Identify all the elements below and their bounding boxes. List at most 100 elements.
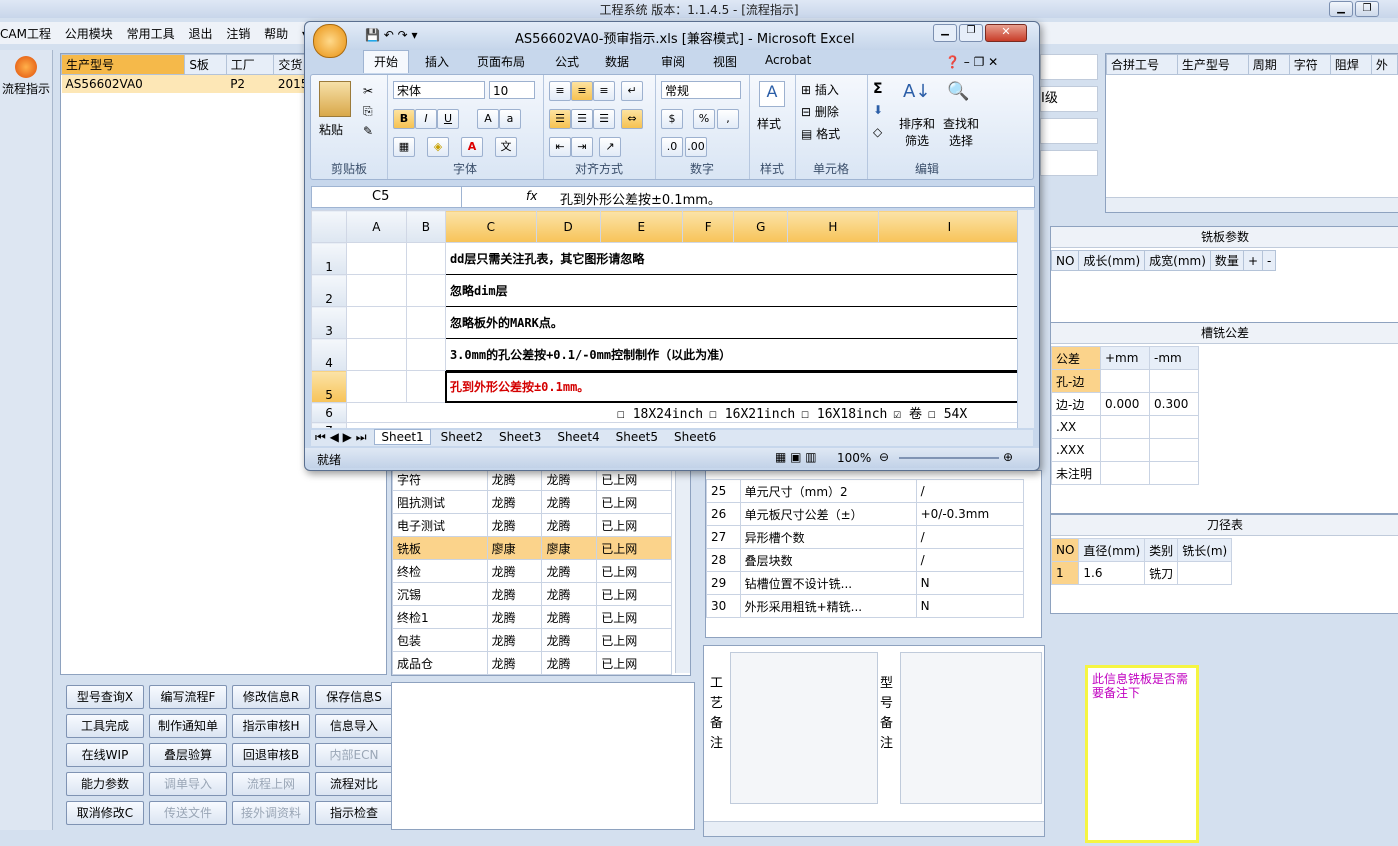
- menu-tools[interactable]: 常用工具: [122, 22, 180, 45]
- info-field-3[interactable]: [1040, 150, 1098, 176]
- sheet-tab[interactable]: Sheet6: [668, 430, 722, 444]
- zoom-in-icon[interactable]: ⊕: [1003, 450, 1013, 464]
- cell[interactable]: [346, 242, 407, 275]
- delete-cells-button[interactable]: ⊟ 删除: [801, 103, 839, 120]
- align-right-icon[interactable]: ☰: [593, 109, 615, 129]
- action-button[interactable]: 型号查询X: [66, 685, 144, 709]
- cell[interactable]: [346, 370, 407, 403]
- sheet-vscrollbar[interactable]: [1017, 210, 1034, 428]
- table-row[interactable]: 终检 龙腾 龙腾 已上网: [392, 559, 672, 583]
- column-header[interactable]: B: [405, 210, 446, 243]
- column-header[interactable]: 字符: [1288, 54, 1331, 75]
- column-header[interactable]: D: [535, 210, 601, 243]
- minimize-button[interactable]: ▁: [1329, 1, 1353, 17]
- border-icon[interactable]: ▦: [393, 137, 415, 157]
- zoom-out-icon[interactable]: ⊖: [879, 450, 889, 464]
- size-checkbox[interactable]: ☑ 卷: [893, 407, 922, 422]
- insert-cells-button[interactable]: ⊞ 插入: [801, 81, 839, 98]
- column-header[interactable]: 合拼工号: [1106, 54, 1178, 75]
- cell-text[interactable]: 忽略板外的MARK点。: [444, 306, 1021, 339]
- bold-button[interactable]: B: [393, 109, 415, 129]
- action-button[interactable]: 指示审核H: [232, 714, 310, 738]
- menu-exit[interactable]: 退出: [183, 22, 217, 45]
- sheet-row[interactable]: 4 3.0mm的孔公差按+0.1/-0mm控制制作（以此为准）: [311, 338, 1021, 371]
- align-bottom-icon[interactable]: ≡: [593, 81, 615, 101]
- cell[interactable]: [405, 370, 446, 403]
- col-factory[interactable]: 工厂: [225, 54, 275, 75]
- increase-decimal-icon[interactable]: .0: [661, 137, 683, 157]
- column-header[interactable]: C: [444, 210, 537, 243]
- find-label[interactable]: 查找和选择: [941, 115, 981, 149]
- cell-text[interactable]: 孔到外形公差按±0.1mm。: [444, 370, 1021, 403]
- menu-logout[interactable]: 注销: [221, 22, 255, 45]
- column-header[interactable]: H: [787, 210, 879, 243]
- column-header[interactable]: NO: [1050, 250, 1080, 271]
- row-header[interactable]: 1: [311, 242, 348, 275]
- column-header[interactable]: 成宽(mm): [1144, 250, 1211, 271]
- formula-input[interactable]: 孔到外形公差按±0.1mm。: [560, 189, 721, 208]
- sheet-tab[interactable]: Sheet2: [435, 430, 489, 444]
- cell[interactable]: [346, 306, 407, 339]
- fill-icon[interactable]: ⬇: [873, 103, 883, 117]
- ribbon-tab[interactable]: 页面布局: [477, 53, 525, 70]
- column-header[interactable]: 外: [1370, 54, 1398, 75]
- action-button[interactable]: 流程上网: [232, 772, 310, 796]
- notes-scrollbar[interactable]: [704, 821, 1044, 836]
- table-row[interactable]: .XX: [1051, 415, 1199, 439]
- column-header[interactable]: +: [1242, 250, 1264, 271]
- currency-icon[interactable]: $: [661, 109, 683, 129]
- sheet-row[interactable]: 1 dd层只需关注孔表，其它图形请忽略: [311, 242, 1021, 275]
- checkbox-row[interactable]: ☐ 18X24inch ☐ 16X21inch ☐ 16X18inch ☑ 卷 ☐ 54…: [346, 402, 1021, 423]
- column-header[interactable]: 阻焊: [1329, 54, 1372, 75]
- merge-scrollbar[interactable]: [1106, 197, 1398, 212]
- row-header[interactable]: 4: [311, 338, 348, 371]
- level-field[interactable]: I级: [1040, 86, 1098, 112]
- merge-cells-icon[interactable]: ⇔: [621, 109, 643, 129]
- remark-box[interactable]: [391, 682, 695, 830]
- action-button[interactable]: 修改信息R: [232, 685, 310, 709]
- size-checkbox[interactable]: ☐ 54X: [928, 407, 967, 422]
- sheet-tab[interactable]: Sheet3: [493, 430, 547, 444]
- action-button[interactable]: 信息导入: [315, 714, 393, 738]
- paste-icon[interactable]: [319, 81, 351, 117]
- info-field[interactable]: [1040, 54, 1098, 80]
- column-header[interactable]: +mm: [1100, 346, 1150, 370]
- comma-icon[interactable]: ,: [717, 109, 739, 129]
- column-header[interactable]: -mm: [1149, 346, 1199, 370]
- fx-icon[interactable]: fx: [526, 189, 537, 203]
- table-row[interactable]: 30 外形采用粗铣+精铣... N: [706, 594, 1025, 618]
- action-button[interactable]: 指示检查: [315, 801, 393, 825]
- table-row[interactable]: 沉锡 龙腾 龙腾 已上网: [392, 582, 672, 606]
- table-row[interactable]: 27 异形槽个数 /: [706, 525, 1025, 549]
- menu-public[interactable]: 公用模块: [60, 22, 118, 45]
- action-button[interactable]: 回退审核B: [232, 743, 310, 767]
- sheet-nav-icon[interactable]: ⏮ ◀ ▶ ⏭: [315, 430, 367, 444]
- action-button[interactable]: 接外调资料: [232, 801, 310, 825]
- excel-restore-button[interactable]: ❐: [959, 24, 983, 42]
- sheet-row[interactable]: 6 ☐ 18X24inch ☐ 16X21inch ☐ 16X18inch ☑ 卷 ☐ 5…: [311, 402, 1021, 423]
- orientation-icon[interactable]: ↗: [599, 137, 621, 157]
- ribbon-tab[interactable]: 审阅: [661, 53, 685, 70]
- font-color-icon[interactable]: A: [461, 137, 483, 157]
- menu-help[interactable]: 帮助: [259, 22, 293, 45]
- action-button[interactable]: 工具完成: [66, 714, 144, 738]
- cell[interactable]: [346, 422, 1021, 428]
- italic-button[interactable]: I: [415, 109, 437, 129]
- action-button[interactable]: 传送文件: [149, 801, 227, 825]
- sticky-note[interactable]: 此信息铣板是否需要备注下: [1085, 665, 1199, 843]
- sheet-row[interactable]: 3 忽略板外的MARK点。: [311, 306, 1021, 339]
- decrease-decimal-icon[interactable]: .00: [685, 137, 707, 157]
- font-size-select[interactable]: 10: [489, 81, 535, 99]
- cell[interactable]: [405, 242, 446, 275]
- restore-button[interactable]: ❐: [1355, 1, 1379, 17]
- excel-minimize-button[interactable]: ▁: [933, 24, 957, 42]
- align-center-icon[interactable]: ☰: [571, 109, 593, 129]
- cell[interactable]: [346, 338, 407, 371]
- ribbon-tab[interactable]: 公式: [555, 53, 579, 70]
- table-row[interactable]: 未注明: [1051, 461, 1199, 485]
- sheet-row[interactable]: 5 孔到外形公差按±0.1mm。: [311, 370, 1021, 403]
- column-header[interactable]: 铣长(m): [1177, 538, 1233, 562]
- excel-close-button[interactable]: ✕: [985, 24, 1027, 42]
- table-row[interactable]: 28 叠层块数 /: [706, 548, 1025, 572]
- action-button[interactable]: 制作通知单: [149, 714, 227, 738]
